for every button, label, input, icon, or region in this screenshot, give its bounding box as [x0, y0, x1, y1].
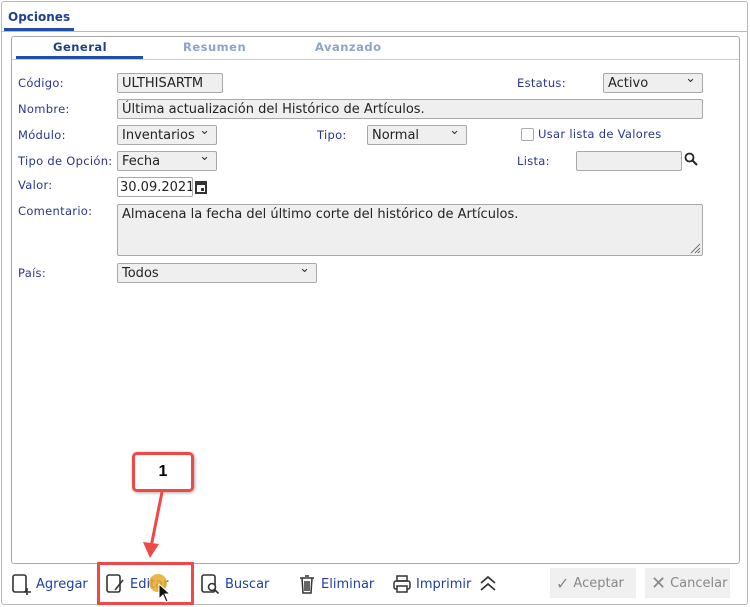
agregar-label: Agregar: [36, 576, 88, 592]
search-icon[interactable]: [684, 152, 698, 166]
tab-opciones[interactable]: Opciones: [8, 10, 70, 24]
nombre-label: Nombre:: [18, 102, 70, 116]
comentario-label: Comentario:: [18, 204, 93, 218]
annotation-highlight: [97, 562, 194, 605]
estatus-value: Activo: [608, 76, 649, 91]
tipo-opcion-value: Fecha: [122, 154, 161, 169]
valor-date-field[interactable]: 30.09.2021: [117, 177, 193, 197]
pais-value: Todos: [122, 266, 159, 281]
trash-icon: [300, 575, 314, 594]
imprimir-button[interactable]: Imprimir: [392, 573, 471, 595]
comentario-textarea[interactable]: Almacena la fecha del último corte del h…: [117, 204, 703, 256]
estatus-select[interactable]: Activo: [603, 73, 703, 93]
cancelar-button[interactable]: ✕ Cancelar: [645, 568, 730, 598]
codigo-field[interactable]: ULTHISARTM: [117, 73, 223, 93]
tab-avanzado[interactable]: Avanzado: [315, 40, 382, 54]
modulo-value: Inventarios: [122, 128, 195, 143]
divider: [12, 59, 739, 60]
buscar-label: Buscar: [225, 576, 270, 592]
add-document-icon: [12, 574, 31, 595]
eliminar-label: Eliminar: [321, 576, 375, 592]
codigo-label: Código:: [18, 76, 64, 90]
tab-resumen[interactable]: Resumen: [183, 40, 246, 54]
annotation-step-badge: 1: [132, 452, 194, 492]
tipo-select[interactable]: Normal: [367, 125, 467, 145]
imprimir-label: Imprimir: [416, 576, 472, 592]
tipo-opcion-label: Tipo de Opción:: [18, 154, 113, 168]
aceptar-button[interactable]: ✓ Aceptar: [550, 568, 636, 598]
tipo-label: Tipo:: [317, 128, 347, 142]
tipo-opcion-select[interactable]: Fecha: [117, 151, 217, 171]
tab-general[interactable]: General: [53, 40, 107, 54]
lista-field[interactable]: [576, 151, 682, 171]
aceptar-label: Aceptar: [573, 575, 624, 591]
mouse-cursor-icon: [158, 583, 172, 603]
modulo-select[interactable]: Inventarios: [117, 125, 217, 145]
usar-lista-label[interactable]: Usar lista de Valores: [538, 127, 662, 141]
nombre-field[interactable]: Última actualización del Histórico de Ar…: [117, 99, 703, 119]
divider: [1, 31, 747, 32]
agregar-button[interactable]: Agregar: [12, 573, 88, 595]
pais-label: País:: [18, 266, 47, 280]
printer-icon: [393, 575, 411, 593]
estatus-label: Estatus:: [517, 76, 566, 90]
close-icon: ✕: [651, 572, 667, 594]
annotation-arrow: [143, 491, 164, 558]
check-icon: ✓: [556, 573, 570, 593]
modulo-label: Módulo:: [18, 128, 66, 142]
calendar-icon[interactable]: [195, 180, 207, 194]
tipo-value: Normal: [372, 128, 420, 143]
lista-label: Lista:: [517, 154, 550, 168]
collapse-up-icon[interactable]: [478, 574, 498, 592]
usar-lista-checkbox[interactable]: [521, 128, 534, 141]
cancelar-label: Cancelar: [670, 575, 728, 591]
search-document-icon: [201, 574, 220, 595]
eliminar-button[interactable]: Eliminar: [297, 573, 374, 595]
valor-label: Valor:: [18, 178, 53, 192]
resize-handle-icon[interactable]: [689, 242, 701, 254]
buscar-button[interactable]: Buscar: [201, 573, 269, 595]
pais-select[interactable]: Todos: [117, 263, 317, 283]
